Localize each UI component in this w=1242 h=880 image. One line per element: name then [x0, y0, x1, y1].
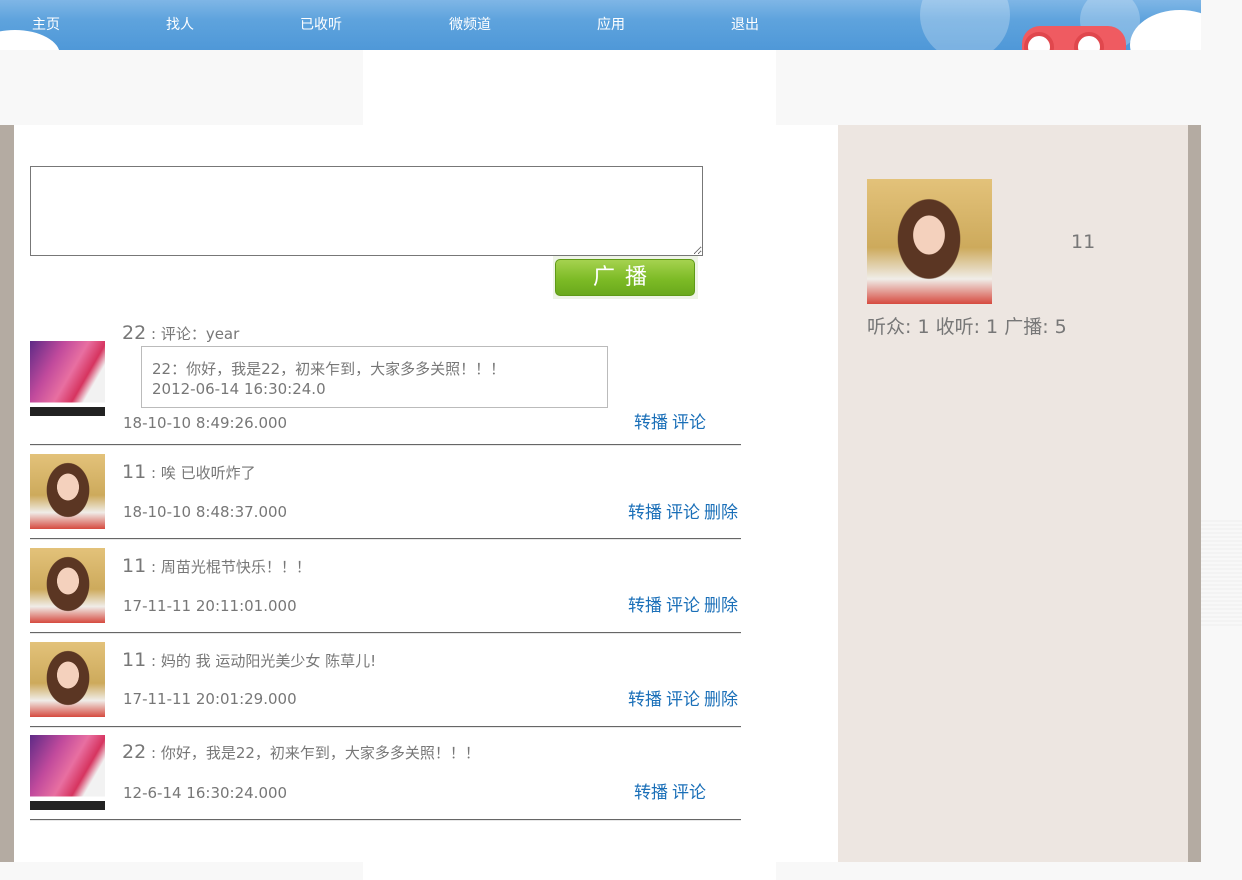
page-edge-pattern	[1201, 518, 1242, 626]
post-text: 周苗光棍节快乐！！！	[160, 558, 311, 576]
following-label: 收听:	[935, 316, 980, 338]
profile-avatar[interactable]	[867, 179, 992, 304]
post-time: 18-10-10 8:48:37.000	[123, 503, 288, 521]
forward-link[interactable]: 转播	[628, 596, 662, 616]
profile-stats: 听众: 1 收听: 1 广播: 5	[867, 312, 1067, 339]
right-border	[1188, 125, 1201, 862]
post-header: 22 : 评论：year	[122, 322, 240, 344]
nav-apps[interactable]: 应用	[597, 16, 625, 34]
profile-name[interactable]: 11	[1071, 231, 1095, 253]
post-item: 11 : 唉 已收听炸了 18-10-10 8:48:37.000 转播 评论 删除	[30, 451, 742, 542]
post-separator: :	[150, 558, 157, 576]
post-text: 妈的 我 运动阳光美少女 陈草儿!	[160, 652, 377, 670]
comment-link[interactable]: 评论	[672, 783, 706, 803]
post-time: 17-11-11 20:11:01.000	[123, 597, 297, 615]
post-item: 22 : 评论：year 22：你好，我是22，初来乍到，大家多多关照！！！ 2…	[30, 322, 742, 448]
bg-bubble	[920, 0, 1010, 50]
post-item: 11 : 周苗光棍节快乐！！！ 17-11-11 20:11:01.000 转播…	[30, 545, 742, 636]
comment-link[interactable]: 评论	[666, 503, 700, 523]
post-header: 22 : 你好，我是22，初来乍到，大家多多关照！！！	[122, 741, 480, 763]
top-nav-bar: 主页 找人 已收听 微频道 应用 退出	[0, 0, 1201, 50]
avatar[interactable]	[30, 454, 105, 529]
post-time: 17-11-11 20:01:29.000	[123, 690, 297, 708]
post-author[interactable]: 22	[122, 741, 146, 763]
nav-find-people[interactable]: 找人	[166, 16, 194, 34]
avatar[interactable]	[30, 548, 105, 623]
left-border	[0, 125, 14, 862]
post-actions: 转播 评论	[634, 413, 710, 433]
post-divider	[30, 632, 741, 634]
post-time: 12-6-14 16:30:24.000	[123, 784, 288, 802]
compose-input[interactable]	[30, 166, 703, 256]
nav-logout[interactable]: 退出	[731, 16, 759, 34]
post-divider	[30, 444, 741, 446]
post-header: 11 : 妈的 我 运动阳光美少女 陈草儿!	[122, 649, 377, 671]
post-divider	[30, 819, 741, 821]
post-author[interactable]: 11	[122, 555, 146, 577]
post-separator: :	[150, 325, 157, 343]
avatar[interactable]	[30, 735, 105, 810]
post-actions: 转播 评论 删除	[628, 503, 742, 523]
delete-link[interactable]: 删除	[704, 596, 738, 616]
listeners-count[interactable]: 1	[917, 316, 929, 338]
post-header: 11 : 唉 已收听炸了	[122, 461, 256, 483]
broadcasts-label: 广播:	[1004, 316, 1049, 338]
delete-link[interactable]: 删除	[704, 690, 738, 710]
comment-link[interactable]: 评论	[666, 596, 700, 616]
bg-cloud	[1130, 10, 1201, 50]
post-text: 唉 已收听炸了	[160, 464, 256, 482]
post-divider	[30, 538, 741, 540]
post-author[interactable]: 22	[122, 322, 146, 344]
post-separator: :	[150, 652, 157, 670]
main-content: 广播 22 : 评论：year 22：你好，我是22，初来乍到，大家多多关照！！…	[0, 125, 1201, 862]
post-text: 你好，我是22，初来乍到，大家多多关照！！！	[160, 744, 480, 762]
nav-home[interactable]: 主页	[32, 16, 60, 34]
post-item: 22 : 你好，我是22，初来乍到，大家多多关照！！！ 12-6-14 16:3…	[30, 732, 742, 823]
nav-following[interactable]: 已收听	[300, 16, 342, 34]
post-divider	[30, 726, 741, 728]
listeners-label: 听众:	[867, 316, 912, 338]
broadcast-button-wrap: 广播	[553, 256, 698, 299]
quoted-post: 22：你好，我是22，初来乍到，大家多多关照！！！ 2012-06-14 16:…	[141, 346, 608, 408]
post-separator: :	[150, 744, 157, 762]
post-actions: 转播 评论	[634, 783, 710, 803]
avatar[interactable]	[30, 642, 105, 717]
comment-link[interactable]: 评论	[666, 690, 700, 710]
post-time: 18-10-10 8:49:26.000	[123, 414, 288, 432]
following-count[interactable]: 1	[986, 316, 998, 338]
post-actions: 转播 评论 删除	[628, 690, 742, 710]
profile-sidebar: 11 听众: 1 收听: 1 广播: 5	[838, 125, 1188, 862]
broadcasts-count[interactable]: 5	[1055, 316, 1067, 338]
post-item: 11 : 妈的 我 运动阳光美少女 陈草儿! 17-11-11 20:01:29…	[30, 639, 742, 730]
post-separator: :	[150, 464, 157, 482]
forward-link[interactable]: 转播	[628, 690, 662, 710]
broadcast-button[interactable]: 广播	[555, 259, 695, 296]
post-header: 11 : 周苗光棍节快乐！！！	[122, 555, 311, 577]
post-author[interactable]: 11	[122, 461, 146, 483]
post-author[interactable]: 11	[122, 649, 146, 671]
avatar[interactable]	[30, 341, 105, 416]
quoted-time: 2012-06-14 16:30:24.0	[152, 380, 326, 398]
delete-link[interactable]: 删除	[704, 503, 738, 523]
nav-micro-channel[interactable]: 微频道	[449, 16, 491, 34]
bus-illustration	[1022, 26, 1126, 50]
quoted-text: 22：你好，我是22，初来乍到，大家多多关照！！！	[152, 360, 506, 378]
post-actions: 转播 评论 删除	[628, 596, 742, 616]
forward-link[interactable]: 转播	[634, 413, 668, 433]
post-text: 评论：year	[160, 325, 240, 343]
forward-link[interactable]: 转播	[628, 503, 662, 523]
forward-link[interactable]: 转播	[634, 783, 668, 803]
comment-link[interactable]: 评论	[672, 413, 706, 433]
